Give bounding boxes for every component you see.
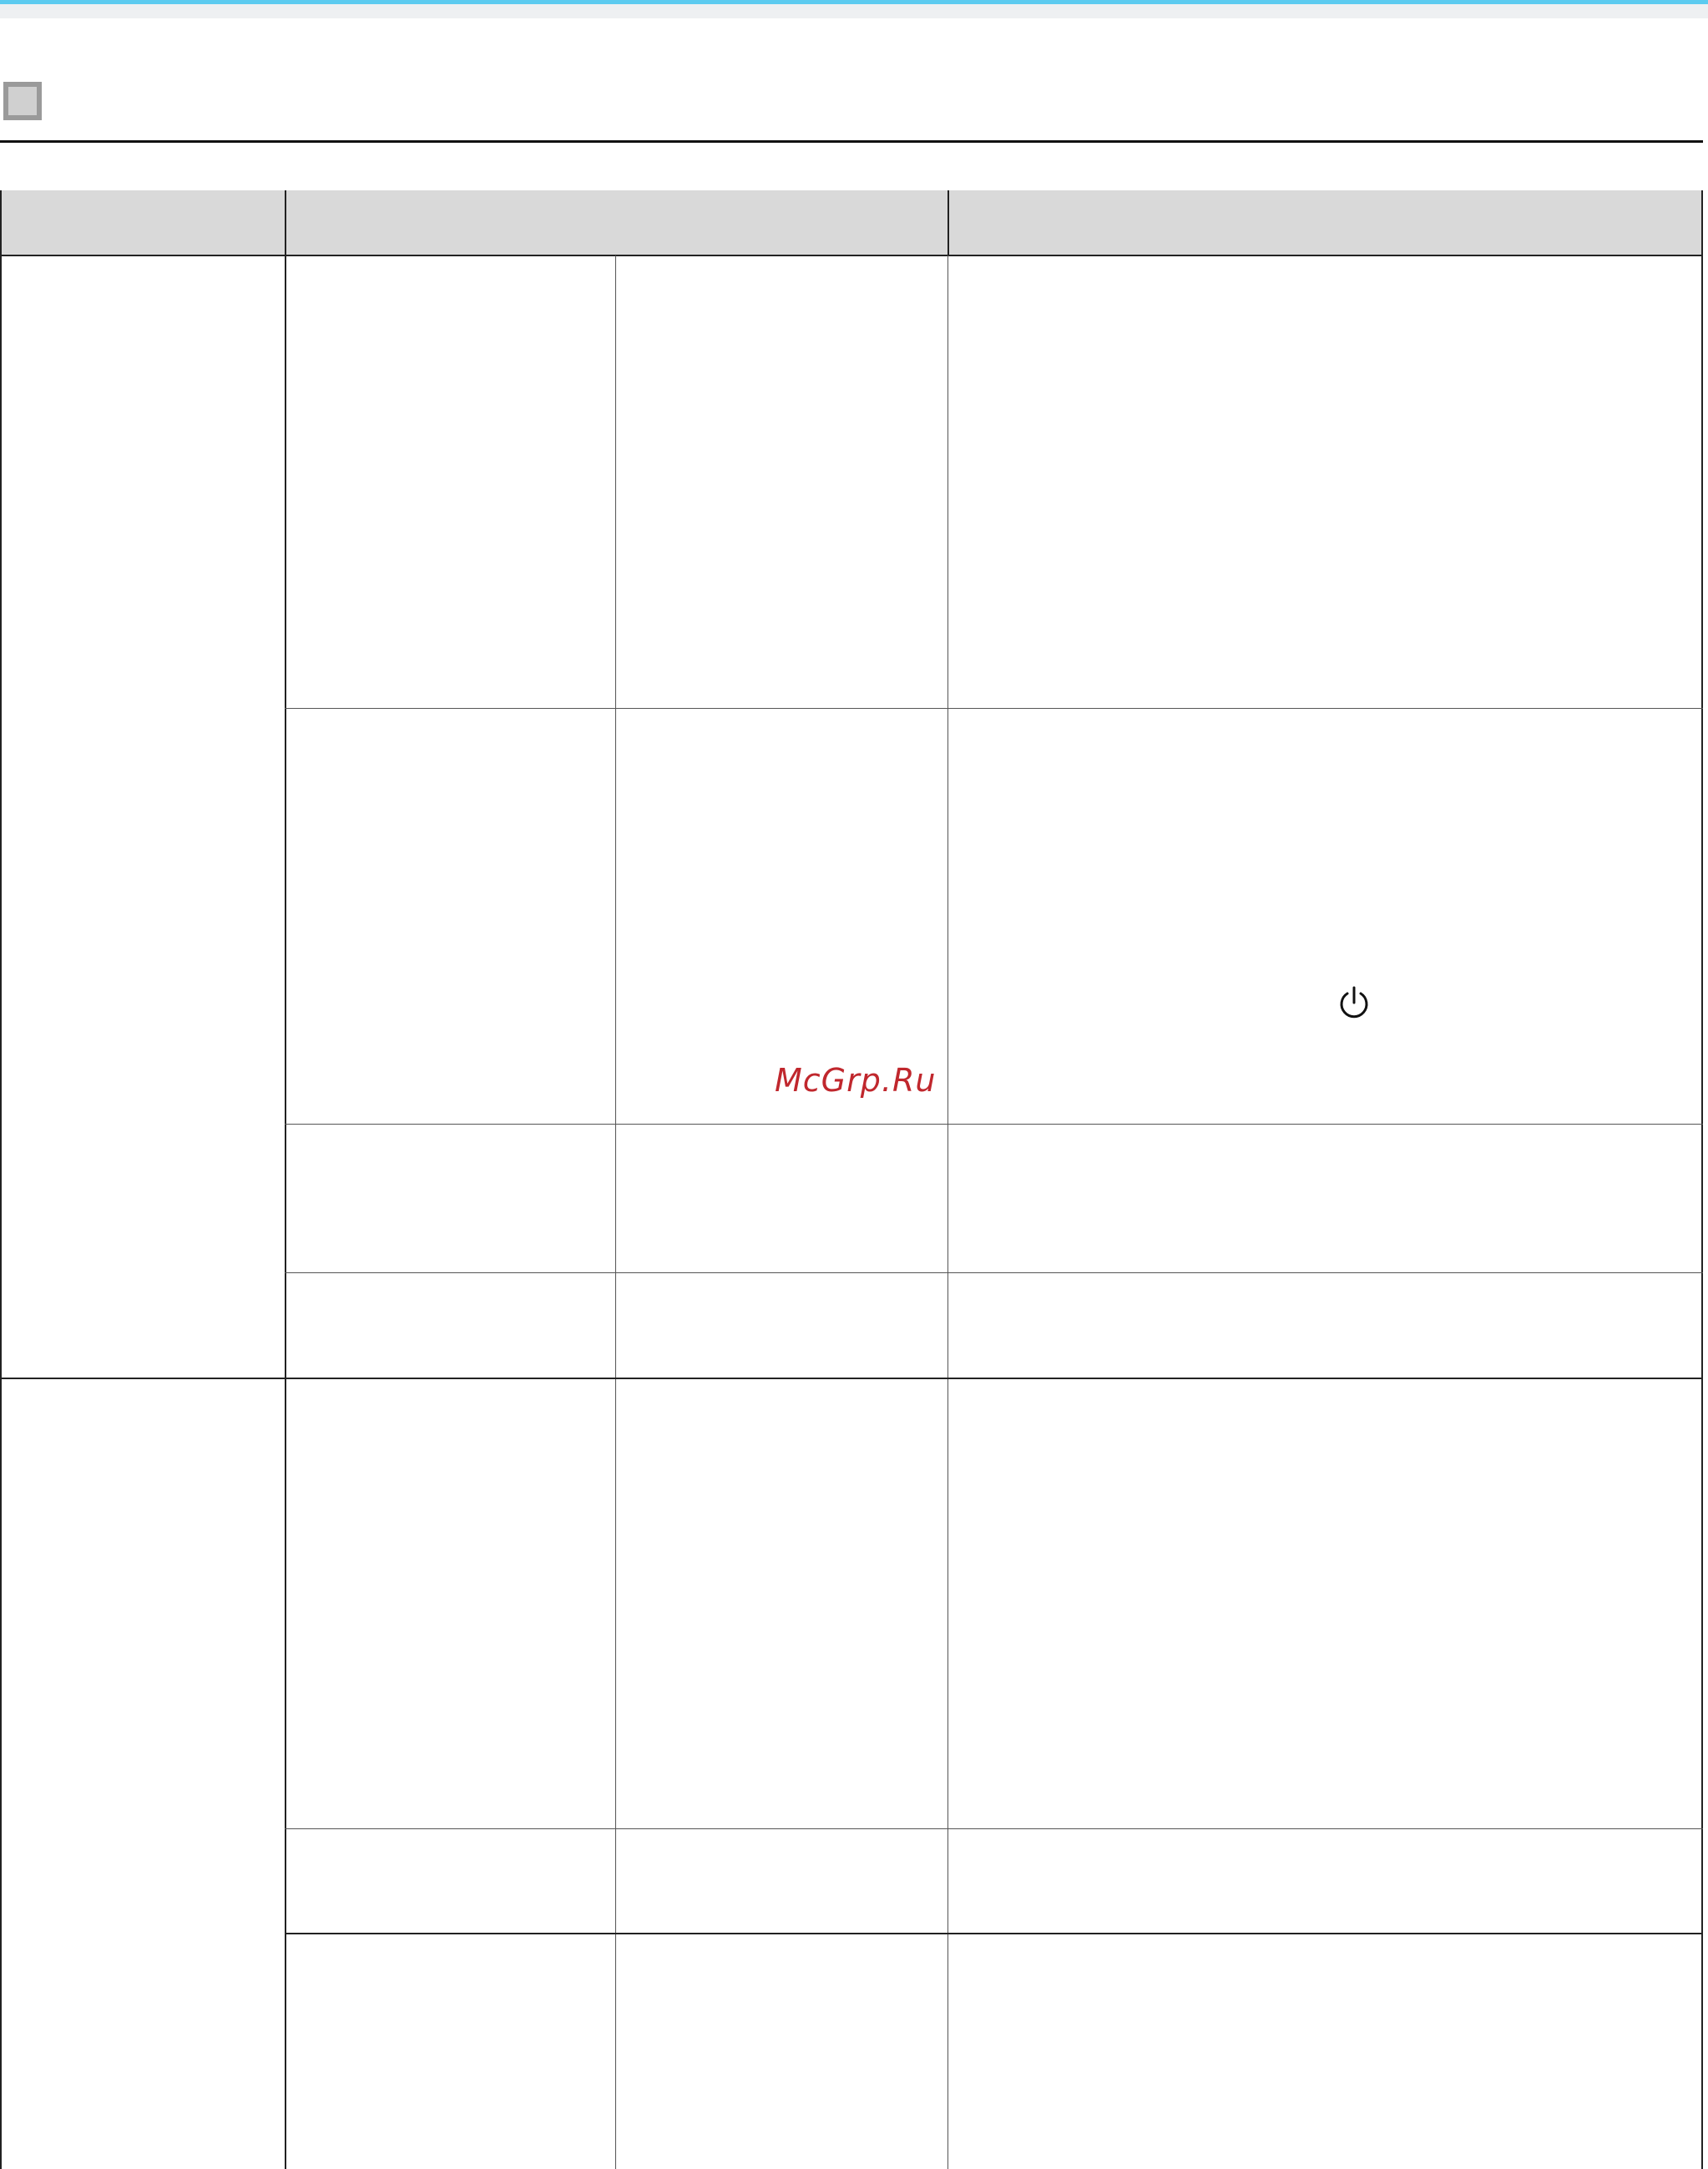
table-group-cell: [2, 1379, 285, 2169]
table-header-cell-1: [2, 190, 285, 255]
table-cell: [286, 1273, 615, 1378]
column-separator-remedy: [947, 255, 948, 2169]
top-accent-stripe: [0, 0, 1708, 4]
table-cell: [616, 1379, 947, 1828]
table-header-cell-3: [949, 190, 1701, 255]
table-cell: [949, 1829, 1701, 1933]
table-cell: [949, 256, 1701, 708]
table-header-cell-2: [286, 190, 947, 255]
table-cell: [949, 1934, 1701, 2169]
table-cell: [286, 1934, 615, 2169]
table-group-cell: [2, 256, 285, 1378]
header-separator-2: [947, 190, 949, 256]
gray-square-icon: [3, 82, 42, 120]
table-cell: [616, 256, 947, 708]
table-cell: [286, 709, 615, 1124]
power-icon: [1340, 986, 1368, 1019]
table-cell: [616, 1125, 947, 1272]
table-cell: [949, 1125, 1701, 1272]
table-cell: [616, 1934, 947, 2169]
table-cell: [286, 256, 615, 708]
table-cell: [949, 1273, 1701, 1378]
table-cell: [286, 1125, 615, 1272]
table-cell: [286, 1379, 615, 1828]
table-cell: [949, 709, 1701, 1124]
table-cell: [616, 1273, 947, 1378]
watermark: McGrp.Ru: [775, 1062, 937, 1099]
section-heading-rule: [0, 140, 1703, 143]
table-cell: [949, 1379, 1701, 1828]
header-separator-1: [285, 190, 286, 256]
table-cell: [616, 1829, 947, 1933]
table-cell: [286, 1829, 615, 1933]
